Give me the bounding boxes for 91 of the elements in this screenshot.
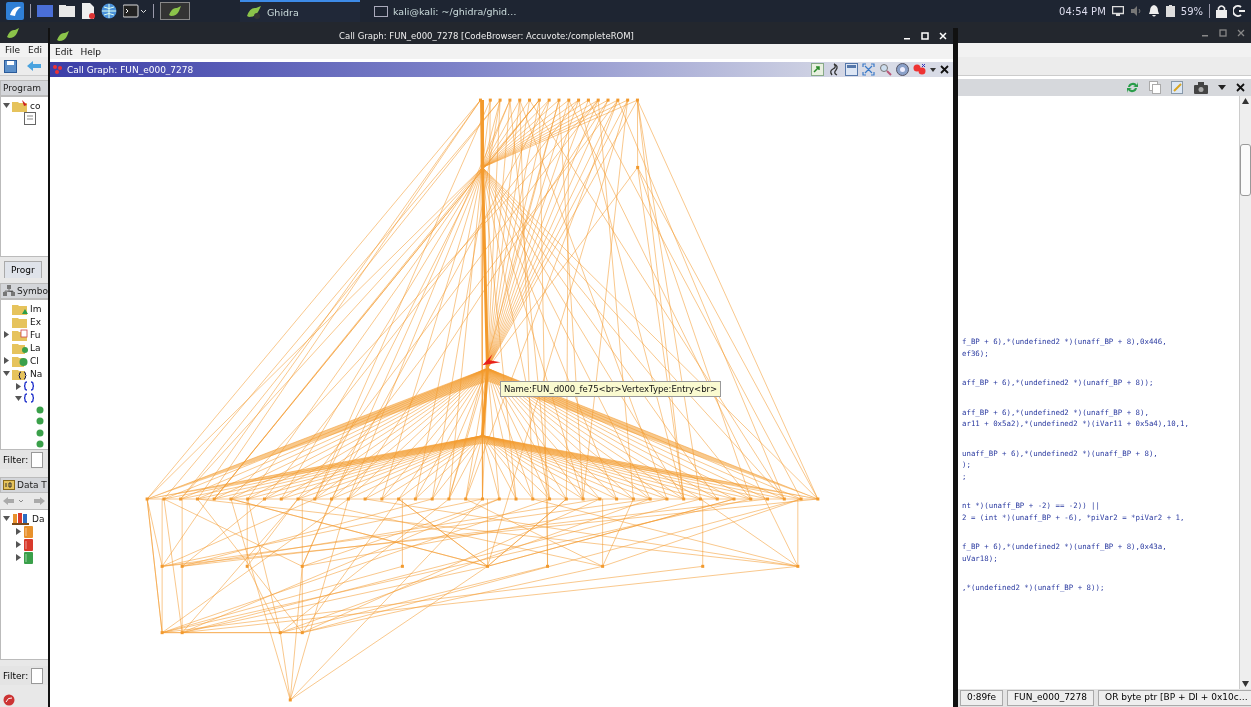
tree-item[interactable]: Ex [30, 316, 41, 327]
menu-item[interactable]: Edi [28, 45, 42, 55]
panel-title: Symbo [17, 286, 49, 296]
folder-icon [12, 315, 28, 328]
caret-icon[interactable] [1218, 85, 1226, 90]
tree-item[interactable]: Cl [30, 355, 39, 366]
taskbar-app[interactable]: kali@kali: ~/ghidra/ghid… [368, 0, 568, 22]
book-icon [24, 525, 33, 538]
expand-arrow-icon[interactable] [3, 357, 10, 364]
save-icon[interactable] [4, 59, 17, 73]
folder-icon [12, 302, 28, 315]
folder-icon [12, 328, 28, 341]
caret-icon[interactable] [930, 67, 936, 72]
expand-arrow-icon[interactable] [15, 382, 22, 390]
hierarchy-icon [3, 285, 15, 297]
gear-icon[interactable] [896, 63, 909, 76]
scrollbar[interactable] [1239, 96, 1251, 689]
clock-text: 04:54 PM [1059, 5, 1106, 17]
panel-title: Call Graph: FUN_e000_7278 [67, 64, 194, 75]
filter-field[interactable] [31, 667, 44, 684]
braces-icon [24, 393, 34, 403]
search-icon[interactable] [879, 63, 892, 76]
volume-icon[interactable] [1129, 6, 1142, 16]
panel-title: Program [3, 83, 41, 93]
braces-icon [24, 381, 34, 391]
status-field: 0:89fe [960, 690, 1003, 706]
lasso-icon[interactable] [828, 63, 841, 76]
tree-item[interactable]: Fu [30, 329, 41, 340]
filter-label: Filter: [3, 454, 29, 465]
dot-icon [36, 405, 44, 414]
collapse-arrow-icon[interactable] [3, 370, 10, 377]
battery-percent: 59% [1180, 5, 1203, 17]
panel-title: Data T [17, 480, 47, 491]
expand-arrow-icon[interactable] [15, 554, 22, 562]
scroll-down-icon[interactable] [1242, 681, 1249, 687]
graph-icon [52, 64, 63, 75]
globe-icon[interactable] [101, 3, 117, 19]
lock-icon[interactable] [1216, 4, 1227, 18]
desktop-icon[interactable] [37, 4, 53, 18]
document-icon[interactable] [81, 3, 95, 19]
expand-arrow-icon[interactable] [15, 528, 22, 536]
tree-item[interactable]: Na [30, 368, 43, 379]
close-icon[interactable] [940, 65, 949, 74]
window-title: Call Graph: FUN_e000_7278 [CodeBrowser: Accuvote:/completeROM] [338, 31, 635, 41]
folder-icon[interactable] [59, 4, 75, 18]
workspace-thumbnail[interactable] [160, 2, 190, 20]
tooltip: Name:FUN_d000_fe75<br>VertexType:Entry<br> [500, 381, 722, 397]
logout-icon[interactable] [1233, 5, 1245, 17]
camera-icon[interactable] [1194, 81, 1208, 94]
folder-icon [12, 99, 28, 112]
taskbar-app[interactable]: Ghidra [240, 0, 360, 22]
collapse-arrow-icon[interactable] [15, 394, 22, 402]
folder-icon [12, 367, 28, 380]
books-icon [12, 512, 30, 526]
bell-icon[interactable] [1147, 5, 1160, 17]
export-icon[interactable] [811, 63, 824, 76]
status-field: FUN_e000_7278 [1006, 690, 1095, 706]
folder-icon [12, 354, 28, 367]
node-cluster-icon[interactable] [913, 63, 926, 76]
panel-tab[interactable]: Progr [4, 261, 42, 278]
close-icon[interactable] [1236, 83, 1245, 92]
terminal-icon [374, 5, 388, 17]
dot-icon [36, 428, 44, 437]
tree-item[interactable]: La [30, 342, 41, 353]
scroll-up-icon[interactable] [1242, 98, 1249, 104]
menu-item[interactable]: Edit [55, 46, 73, 57]
terminal-icon[interactable] [123, 4, 147, 18]
fit-to-window-icon[interactable] [862, 63, 875, 76]
filter-field[interactable] [31, 451, 44, 468]
expand-arrow-icon[interactable] [15, 541, 22, 549]
document-icon [24, 112, 36, 125]
scroll-thumb[interactable] [1240, 144, 1251, 196]
collapse-arrow-icon[interactable] [3, 102, 10, 109]
filter-label: Filter: [3, 670, 29, 681]
collapse-arrow-icon[interactable] [3, 515, 10, 523]
data-type-icon [3, 479, 15, 492]
folder-icon [12, 341, 28, 354]
menu-item[interactable]: File [5, 45, 21, 55]
book-icon [24, 538, 33, 551]
menu-item[interactable]: Help [80, 46, 101, 57]
battery-icon[interactable] [1165, 5, 1175, 17]
expand-arrow-icon[interactable] [3, 331, 10, 338]
dot-icon [36, 417, 44, 426]
tree-item[interactable]: Da [32, 513, 45, 524]
status-field: OR byte ptr [BP + DI + 0x10c… [1098, 690, 1251, 706]
tree-item[interactable]: co [30, 100, 41, 111]
window-icon[interactable] [845, 63, 858, 76]
display-icon[interactable] [1111, 6, 1124, 16]
book-icon [24, 551, 33, 564]
dot-icon [36, 440, 44, 449]
tree-item[interactable]: Im [30, 303, 42, 314]
